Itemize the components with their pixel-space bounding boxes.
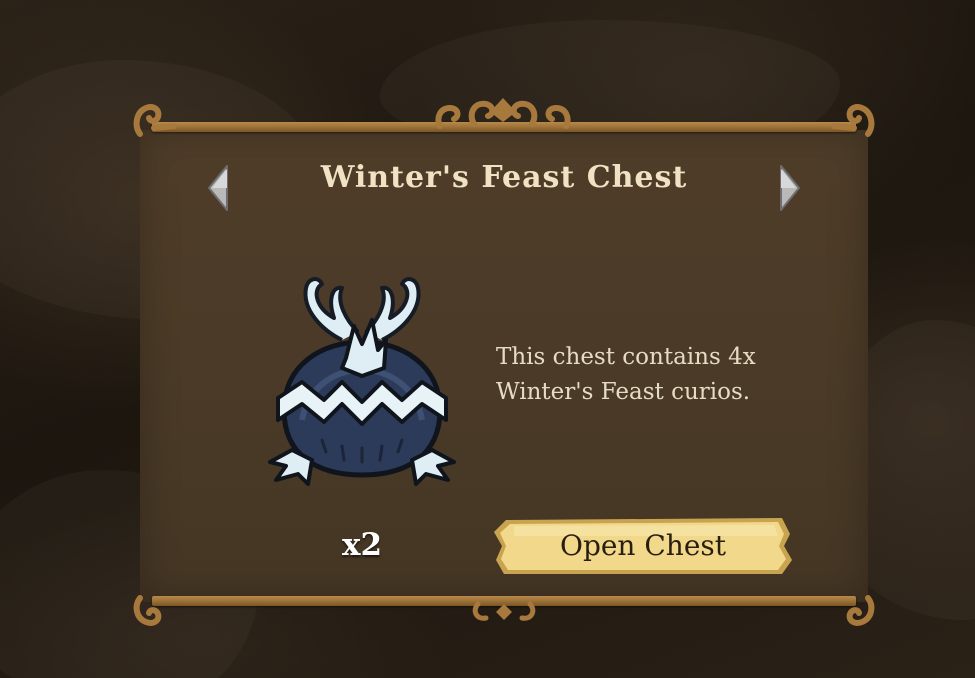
chest-description: This chest contains 4x Winter's Feast cu… <box>496 340 826 410</box>
description-line: This chest contains 4x <box>496 344 756 370</box>
corner-ornament-bottom-left <box>133 595 162 626</box>
chest-quantity: x2 <box>341 527 383 563</box>
top-center-ornament <box>435 98 571 129</box>
description-line: Winter's Feast curios. <box>496 379 751 405</box>
bottom-center-ornament <box>472 601 536 621</box>
corner-ornament-top-left <box>133 104 177 137</box>
chevron-left-icon <box>208 165 228 211</box>
chest-title: Winter's Feast Chest <box>320 160 688 195</box>
corner-ornament-bottom-right <box>846 595 875 626</box>
game-screen: Winter's Feast Chest This chest contains… <box>0 0 975 678</box>
open-chest-label: Open Chest <box>559 529 727 562</box>
corner-ornament-top-right <box>831 104 875 137</box>
chevron-right-icon <box>780 165 800 211</box>
open-chest-button[interactable]: Open Chest <box>492 514 794 578</box>
previous-chest-button[interactable] <box>203 163 233 213</box>
winters-feast-chest-icon <box>268 277 456 486</box>
next-chest-button[interactable] <box>775 163 805 213</box>
